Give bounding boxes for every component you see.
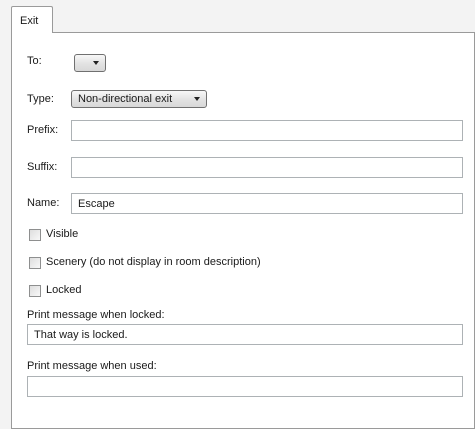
used-message-label: Print message when used:	[27, 360, 157, 372]
locked-message-field[interactable]: That way is locked.	[27, 324, 463, 345]
name-field[interactable]: Escape	[71, 193, 463, 214]
type-dropdown[interactable]: Non-directional exit	[71, 90, 207, 108]
suffix-field[interactable]	[71, 157, 463, 178]
suffix-label: Suffix:	[27, 161, 58, 173]
used-message-field[interactable]	[27, 376, 463, 397]
to-dropdown[interactable]	[74, 54, 106, 72]
locked-label: Locked	[46, 284, 82, 296]
to-label: To:	[27, 55, 42, 67]
locked-checkbox[interactable]	[29, 285, 41, 297]
name-value: Escape	[78, 197, 115, 210]
tab-exit-label: Exit	[20, 15, 39, 27]
prefix-label: Prefix:	[27, 124, 59, 136]
locked-message-value: That way is locked.	[34, 328, 128, 341]
chevron-down-icon	[93, 61, 99, 65]
prefix-field[interactable]	[71, 120, 463, 141]
type-dropdown-value: Non-directional exit	[78, 93, 173, 105]
scenery-label: Scenery (do not display in room descript…	[46, 256, 261, 268]
visible-label: Visible	[46, 228, 79, 240]
chevron-down-icon	[194, 97, 200, 101]
locked-message-label: Print message when locked:	[27, 309, 165, 321]
tab-exit[interactable]: Exit	[11, 6, 53, 33]
visible-checkbox[interactable]	[29, 229, 41, 241]
scenery-checkbox[interactable]	[29, 257, 41, 269]
name-label: Name:	[27, 197, 60, 209]
type-label: Type:	[27, 93, 54, 105]
